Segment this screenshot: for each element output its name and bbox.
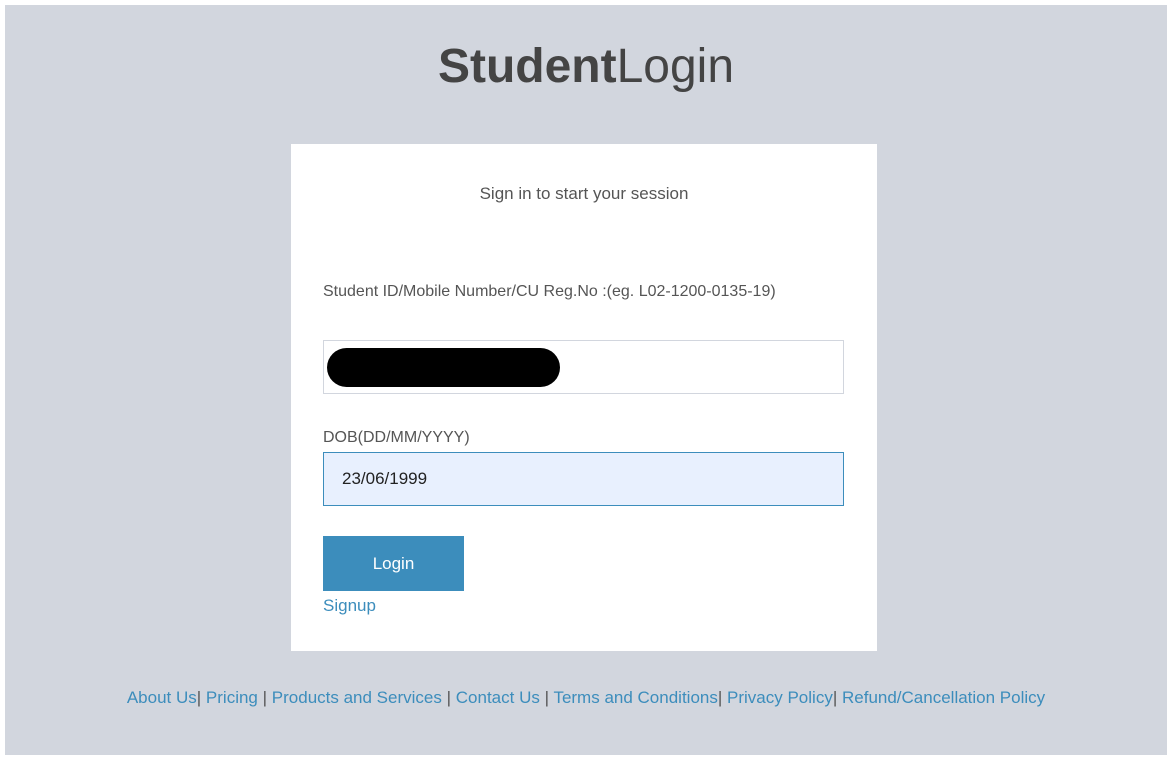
footer-separator: |: [544, 688, 550, 707]
footer-link-refund-cancellation-policy[interactable]: Refund/Cancellation Policy: [842, 688, 1045, 707]
student-id-input[interactable]: [323, 340, 844, 394]
signup-link[interactable]: Signup: [323, 596, 376, 616]
footer-separator: |: [717, 688, 723, 707]
footer-separator: |: [196, 688, 202, 707]
footer-link-privacy-policy[interactable]: Privacy Policy: [727, 688, 833, 707]
login-page: StudentLogin Sign in to start your sessi…: [5, 5, 1167, 755]
footer-link-about-us[interactable]: About Us: [127, 688, 197, 707]
dob-label: DOB(DD/MM/YYYY): [323, 429, 470, 446]
student-id-label: Student ID/Mobile Number/CU Reg.No :(eg.…: [323, 283, 776, 300]
footer-link-products-and-services[interactable]: Products and Services: [272, 688, 442, 707]
footer-link-terms-and-conditions[interactable]: Terms and Conditions: [553, 688, 717, 707]
footer-links: About Us| Pricing | Products and Service…: [5, 688, 1167, 708]
footer-link-pricing[interactable]: Pricing: [206, 688, 258, 707]
footer-separator: |: [262, 688, 268, 707]
page-title: StudentLogin: [5, 37, 1167, 97]
footer-separator: |: [832, 688, 838, 707]
dob-input[interactable]: [323, 452, 844, 506]
login-box-message: Sign in to start your session: [479, 184, 689, 203]
login-button[interactable]: Login: [323, 536, 464, 591]
footer-separator: |: [446, 688, 452, 707]
page-title-bold: Student: [437, 40, 617, 93]
page-title-light: Login: [616, 40, 735, 93]
footer-link-contact-us[interactable]: Contact Us: [456, 688, 540, 707]
login-box: Sign in to start your session Student ID…: [291, 144, 877, 651]
